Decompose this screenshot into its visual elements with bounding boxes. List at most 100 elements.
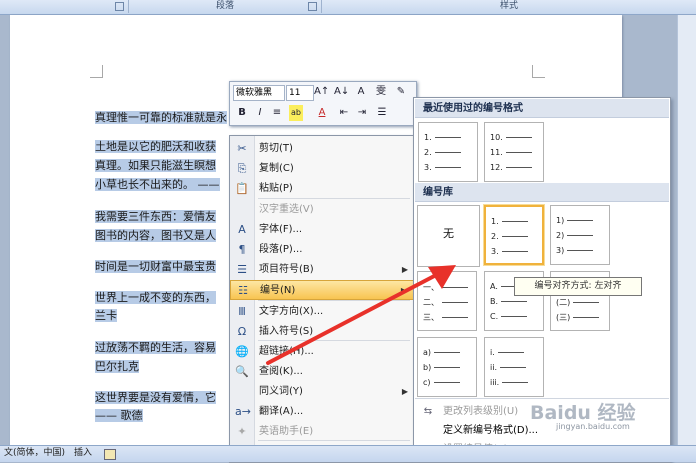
number-marker: 11. [490, 148, 503, 157]
paragraph-text: —— 歌德 [95, 409, 143, 422]
line-placeholder [567, 250, 594, 251]
document-paragraph[interactable]: 土地是以它的肥沃和收获 [95, 138, 216, 154]
bullets-icon: ☰ [237, 263, 247, 276]
grow-font-button[interactable]: A↑ [314, 84, 329, 100]
menu-item-font[interactable]: A 字体(F)... [230, 220, 414, 240]
cut-icon: ✂ [237, 142, 247, 155]
document-paragraph[interactable]: 兰卡 [95, 307, 117, 323]
menu-item-cut[interactable]: ✂ 剪切(T) [230, 139, 414, 159]
paragraph-icon: ¶ [238, 243, 246, 256]
recent-format-cell[interactable]: 10. 11. 12. [484, 122, 544, 182]
line-placeholder [497, 352, 524, 353]
number-line: 2. [424, 148, 461, 157]
line-placeholder [567, 220, 594, 221]
shrink-font-button[interactable]: A↓ [334, 84, 349, 100]
document-paragraph[interactable]: 图书的内容，图书又是人 [95, 227, 216, 243]
font-name-box[interactable]: 微软雅黑 [233, 85, 285, 101]
language-indicator[interactable]: 文(简体，中国) [4, 446, 65, 461]
line-placeholder [505, 137, 532, 138]
line-placeholder [502, 382, 529, 383]
number-marker: c) [423, 378, 431, 387]
highlight-button[interactable]: ab [289, 105, 303, 121]
menu-item-label: 剪切(T) [259, 143, 293, 154]
recent-format-cell[interactable]: 1. 2. 3. [418, 122, 478, 182]
bold-button[interactable]: B [235, 105, 249, 121]
document-paragraph[interactable]: —— 歌德 [95, 407, 143, 423]
menu-item-translate[interactable]: a→ 翻译(A)... [230, 402, 414, 422]
line-placeholder [573, 317, 600, 318]
number-line: ii. [490, 363, 526, 372]
numbering-format-cell[interactable]: 1. 2. 3. [484, 205, 544, 265]
font-size-box[interactable]: 11 [286, 85, 314, 101]
increase-indent-button[interactable]: ⇥ [355, 105, 369, 121]
number-line: i. [490, 348, 524, 357]
menu-item-paste[interactable]: 📋 粘贴(P) [230, 179, 414, 199]
number-marker: 3) [556, 246, 565, 255]
number-marker: ii. [490, 363, 497, 372]
submenu-arrow-icon: ▶ [401, 387, 408, 396]
number-marker: i. [490, 348, 495, 357]
number-line: 1. [424, 133, 461, 142]
gallery-action-label: 定义新编号格式(D)... [443, 425, 539, 436]
none-label: 无 [443, 227, 454, 240]
recent-formats-header: 最近使用过的编号格式 [415, 99, 669, 118]
menu-item-synonyms[interactable]: 同义词(Y) ▶ [230, 382, 414, 402]
dialog-launcher-icon[interactable] [308, 2, 317, 11]
paragraph-text: 这世界要是没有爱情，它 [95, 391, 216, 404]
menu-item-english-assistant: ✦ 英语助手(E) [230, 422, 414, 442]
ribbon-group-font [0, 0, 129, 13]
document-paragraph[interactable]: 世界上一成不变的东西， [95, 289, 216, 305]
line-placeholder [434, 167, 461, 168]
center-button[interactable]: ≡ [270, 105, 284, 121]
gallery-action-label: 更改列表级别(U) [443, 406, 519, 417]
number-marker: (三) [556, 313, 571, 322]
ribbon-group-bar: 段落 样式 [0, 0, 696, 15]
document-paragraph[interactable]: 时间是一切财富中最宝贵 [95, 258, 216, 274]
reconvert-icon [235, 203, 249, 217]
watermark-brand: Baidu 经验 [530, 402, 636, 424]
insert-symbol-icon: Ω [237, 325, 247, 338]
numbering-library-header: 编号库 [415, 183, 669, 202]
insert-mode-indicator[interactable]: 插入 [74, 446, 92, 461]
number-line: (三) [556, 312, 600, 323]
number-line: 12. [490, 163, 532, 172]
format-painter-button[interactable]: ✎ [394, 84, 408, 100]
font-color-style-button[interactable]: A [354, 84, 368, 100]
line-placeholder [501, 301, 528, 302]
numbering-icon: ☷ [238, 284, 248, 297]
italic-button[interactable]: I [253, 105, 267, 121]
menu-item-label: 同义词(Y) [259, 386, 303, 397]
menu-item-label: 字体(F)... [259, 224, 303, 235]
vertical-scrollbar[interactable] [677, 15, 696, 445]
document-paragraph[interactable]: 这世界要是没有爱情，它 [95, 389, 216, 405]
macro-record-icon[interactable] [104, 449, 116, 460]
translate-icon: a→ [235, 405, 251, 418]
numbering-format-cell[interactable]: i. ii. iii. [484, 337, 544, 397]
line-placeholder [433, 382, 460, 383]
dialog-launcher-icon[interactable] [115, 2, 124, 11]
annotation-arrow-icon [266, 265, 456, 365]
document-paragraph[interactable]: 我需要三件东西：爱情友 [95, 208, 216, 224]
phonetic-guide-button[interactable]: 雯 [374, 84, 388, 100]
bullets-button[interactable]: ☰ [375, 105, 389, 121]
menu-item-label: 翻译(A)... [259, 406, 304, 417]
document-paragraph[interactable]: 过放荡不羁的生活，容易 [95, 339, 216, 355]
numbering-format-cell[interactable]: 1) 2) 3) [550, 205, 610, 265]
menu-item-copy[interactable]: ⎘ 复制(C) [230, 159, 414, 179]
document-paragraph[interactable]: 巴尔扎克 [95, 358, 139, 374]
document-paragraph[interactable]: 小草也长不出来的。 —— [95, 176, 220, 192]
font-color-button[interactable]: A [315, 105, 329, 121]
status-bar: 文(简体，中国) 插入 [0, 445, 696, 462]
document-paragraph[interactable]: 真理。如果只能滋生瞑想 [95, 157, 216, 173]
paragraph-text: 图书的内容，图书又是人 [95, 229, 216, 242]
number-line: iii. [490, 378, 529, 387]
english-assistant-icon: ✦ [237, 425, 247, 438]
font-name-value: 微软雅黑 [236, 88, 273, 98]
document-paragraph[interactable]: 真理惟一可靠的标准就是永 [95, 109, 227, 125]
number-line: 10. [490, 133, 532, 142]
paragraph-text: 小草也长不出来的。 —— [95, 178, 220, 191]
number-marker: 2. [424, 148, 432, 157]
ribbon-group-paragraph: 段落 [129, 0, 322, 13]
decrease-indent-button[interactable]: ⇤ [337, 105, 351, 121]
number-marker: 1) [556, 216, 565, 225]
